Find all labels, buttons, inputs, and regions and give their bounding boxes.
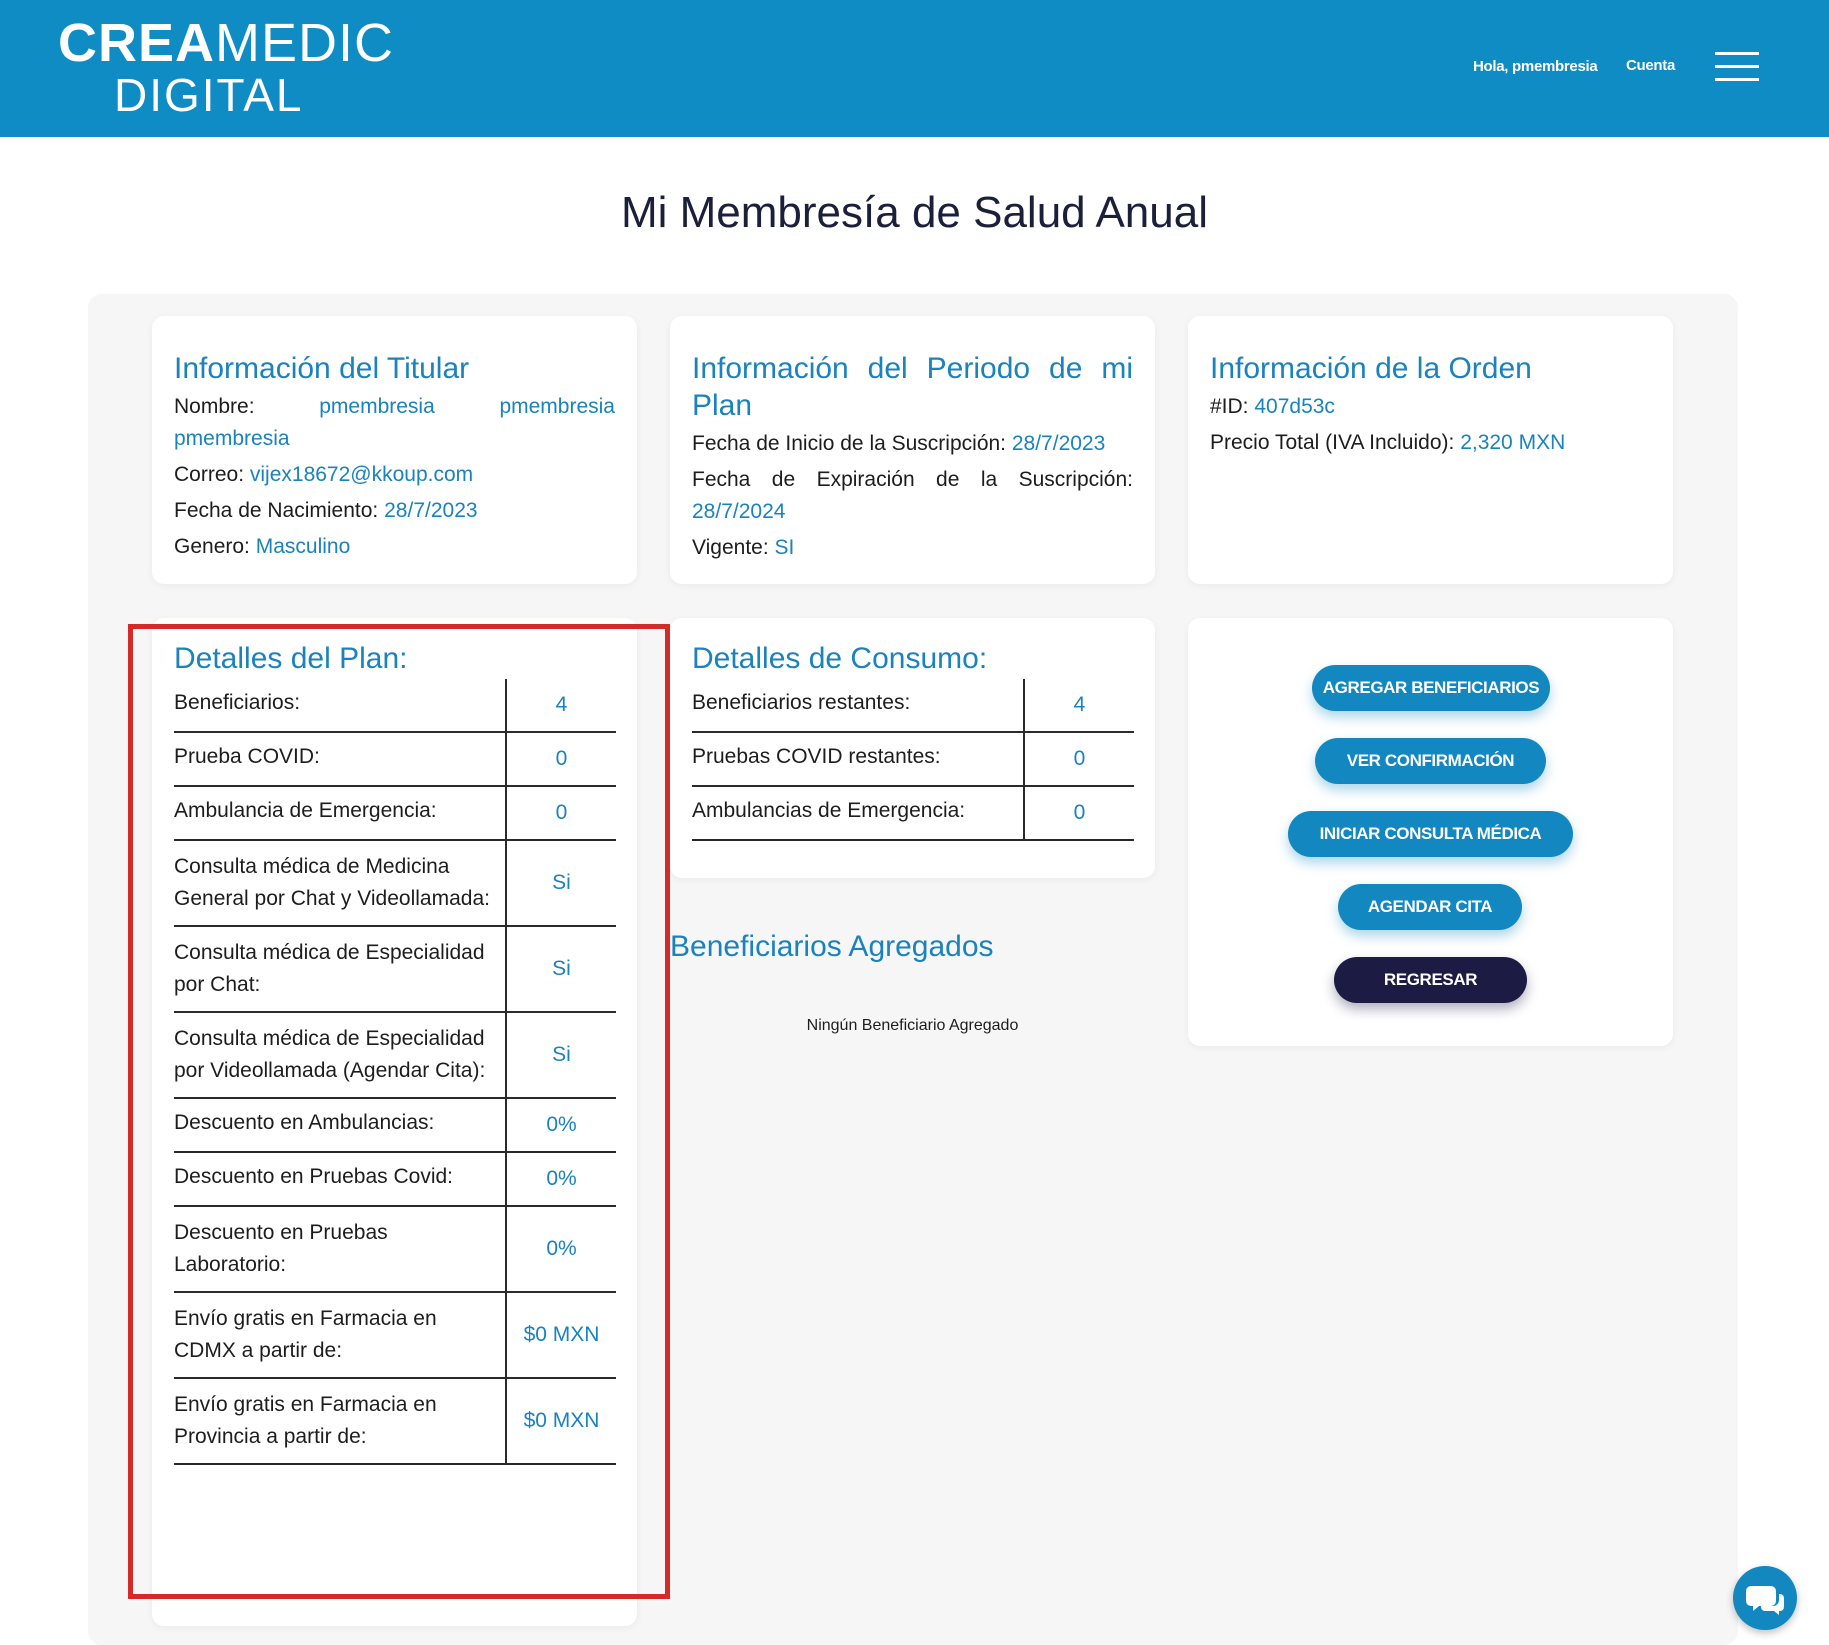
beneficiaries-title: Beneficiarios Agregados xyxy=(670,930,994,963)
plan-detail-row-value: $0 MXN xyxy=(505,1292,616,1379)
holder-gender-label: Genero: xyxy=(174,535,250,558)
period-start-line: Fecha de Inicio de la Suscripción: 28/7/… xyxy=(692,428,1133,460)
schedule-appointment-button[interactable]: AGENDAR CITA xyxy=(1338,884,1522,930)
user-greeting: Hola, pmembresia xyxy=(1473,58,1598,75)
order-price-value: 2,320 MXN xyxy=(1460,431,1566,454)
plan-detail-row-label: Consulta médica de Medicina General por … xyxy=(174,840,506,927)
logo-text-digital: DIGITAL xyxy=(114,69,304,121)
holder-email-value: vijex18672@kkoup.com xyxy=(249,463,474,486)
plan-detail-row: Prueba COVID: 0 xyxy=(174,732,616,787)
period-start-value: 28/7/2023 xyxy=(1011,432,1106,455)
plan-detail-row-label: Envío gratis en Farmacia en Provincia a … xyxy=(174,1378,506,1465)
plan-details-card: Detalles del Plan: Beneficiarios: 4 Prueba… xyxy=(152,618,637,1626)
plan-detail-row-value: Si xyxy=(505,840,616,927)
plan-detail-row: Envío gratis en Farmacia en CDMX a parti… xyxy=(174,1292,616,1379)
holder-name-label: Nombre: xyxy=(174,395,255,418)
page-title: Mi Membresía de Salud Anual xyxy=(621,188,1208,237)
beneficiaries-empty-text: Ningún Beneficiario Agregado xyxy=(806,1017,1019,1034)
period-active-line: Vigente: SI xyxy=(692,532,1133,564)
holder-email-line: Correo: vijex18672@kkoup.com xyxy=(174,459,615,491)
consumption-row-label: Pruebas COVID restantes: xyxy=(692,732,1024,787)
plan-detail-row-label: Beneficiarios: xyxy=(174,679,506,733)
consumption-row: Pruebas COVID restantes: 0 xyxy=(692,732,1134,787)
plan-detail-row: Descuento en Pruebas Laboratorio: 0% xyxy=(174,1206,616,1293)
consumption-card: Detalles de Consumo: Beneficiarios resta… xyxy=(670,618,1155,878)
plan-detail-row-label: Descuento en Ambulancias: xyxy=(174,1098,506,1153)
holder-email-label: Correo: xyxy=(174,463,245,486)
period-expiry-label: Fecha de Expiración de la Suscripción: xyxy=(692,468,1133,491)
plan-detail-row: Descuento en Pruebas Covid: 0% xyxy=(174,1152,616,1207)
consumption-row-value: 4 xyxy=(1023,679,1134,733)
consumption-row: Beneficiarios restantes: 4 xyxy=(692,679,1134,733)
consumption-row-value: 0 xyxy=(1023,732,1134,787)
order-info-card: Información de la Orden #ID: 407d53c Pre… xyxy=(1188,316,1673,584)
plan-detail-row-value: 0 xyxy=(505,732,616,787)
holder-birth-label: Fecha de Nacimiento: xyxy=(174,499,379,522)
order-price-line: Precio Total (IVA Incluido): 2,320 MXN xyxy=(1210,427,1651,459)
consumption-row-label: Beneficiarios restantes: xyxy=(692,679,1024,733)
plan-detail-row-label: Descuento en Pruebas Laboratorio: xyxy=(174,1206,506,1293)
period-active-label: Vigente: xyxy=(692,536,769,559)
holder-birth-line: Fecha de Nacimiento: 28/7/2023 xyxy=(174,495,615,527)
order-info-title: Información de la Orden xyxy=(1210,352,1532,385)
holder-gender-line: Genero: Masculino xyxy=(174,531,615,563)
plan-detail-row: Envío gratis en Farmacia en Provincia a … xyxy=(174,1378,616,1465)
plan-detail-row: Beneficiarios: 4 xyxy=(174,679,616,733)
consumption-row-label: Ambulancias de Emergencia: xyxy=(692,786,1024,841)
plan-detail-row-label: Ambulancia de Emergencia: xyxy=(174,786,506,841)
holder-birth-value: 28/7/2023 xyxy=(384,499,478,522)
consumption-table: Beneficiarios restantes: 4 Pruebas COVID r… xyxy=(692,679,1134,841)
plan-detail-row-label: Consulta médica de Especialidad por Chat… xyxy=(174,926,506,1013)
plan-detail-row: Descuento en Ambulancias: 0% xyxy=(174,1098,616,1153)
start-consultation-button[interactable]: INICIAR CONSULTA MÉDICA xyxy=(1288,811,1573,857)
plan-detail-row-value: 0 xyxy=(505,786,616,841)
order-price-label: Precio Total (IVA Incluido): xyxy=(1210,431,1455,454)
logo-text-light: MEDIC xyxy=(215,13,395,73)
chat-button[interactable] xyxy=(1733,1566,1797,1630)
period-info-card: Información del Periodo de mi Plan Fecha… xyxy=(670,316,1155,584)
chat-bubbles-icon xyxy=(1746,1586,1784,1615)
plan-detail-row-label: Envío gratis en Farmacia en CDMX a parti… xyxy=(174,1292,506,1379)
order-id-line: #ID: 407d53c xyxy=(1210,391,1651,423)
logo-text-bold: CREA xyxy=(58,13,216,73)
plan-detail-row-value: Si xyxy=(505,926,616,1013)
add-beneficiaries-button[interactable]: AGREGAR BENEFICIARIOS xyxy=(1312,665,1550,711)
consumption-row-value: 0 xyxy=(1023,786,1134,841)
period-start-label: Fecha de Inicio de la Suscripción: xyxy=(692,432,1007,455)
hamburger-menu-icon[interactable] xyxy=(1715,52,1759,82)
holder-name-line: Nombre: pmembresia pmembresia pmembresia xyxy=(174,391,615,455)
plan-detail-row-value: Si xyxy=(505,1012,616,1099)
account-link[interactable]: Cuenta xyxy=(1626,57,1675,74)
plan-detail-row-value: 0% xyxy=(505,1206,616,1293)
holder-info-title: Información del Titular xyxy=(174,352,470,385)
back-button[interactable]: REGRESAR xyxy=(1334,957,1527,1003)
plan-detail-row-value: 4 xyxy=(505,679,616,733)
plan-detail-row: Consulta médica de Especialidad por Chat… xyxy=(174,926,616,1013)
consumption-row: Ambulancias de Emergencia: 0 xyxy=(692,786,1134,841)
period-expiry-value: 28/7/2024 xyxy=(692,500,786,523)
plan-detail-row-label: Descuento en Pruebas Covid: xyxy=(174,1152,506,1207)
plan-detail-row: Ambulancia de Emergencia: 0 xyxy=(174,786,616,841)
plan-detail-row-value: $0 MXN xyxy=(505,1378,616,1465)
period-expiry-line: Fecha de Expiración de la Suscripción: 2… xyxy=(692,464,1133,528)
top-header: CREAMEDIC DIGITAL Hola, pmembresia Cuent… xyxy=(0,0,1829,137)
holder-info-card: Información del Titular Nombre: pmembres… xyxy=(152,316,637,584)
creamedic-logo[interactable]: CREAMEDIC DIGITAL xyxy=(58,16,394,118)
order-id-label: #ID: xyxy=(1210,395,1249,418)
holder-gender-value: Masculino xyxy=(255,535,351,558)
plan-details-title: Detalles del Plan: xyxy=(174,642,408,675)
plan-detail-row-label: Prueba COVID: xyxy=(174,732,506,787)
plan-detail-row: Consulta médica de Medicina General por … xyxy=(174,840,616,927)
plan-detail-row-value: 0% xyxy=(505,1098,616,1153)
plan-details-table: Beneficiarios: 4 Prueba COVID: 0 Ambulancia … xyxy=(174,679,616,1465)
plan-detail-row-value: 0% xyxy=(505,1152,616,1207)
plan-detail-row: Consulta médica de Especialidad por Vide… xyxy=(174,1012,616,1099)
plan-detail-row-label: Consulta médica de Especialidad por Vide… xyxy=(174,1012,506,1099)
consumption-title: Detalles de Consumo: xyxy=(692,642,988,675)
period-info-title: Información del Periodo de mi Plan xyxy=(692,352,1133,422)
view-confirmation-button[interactable]: VER CONFIRMACIÓN xyxy=(1315,738,1546,784)
order-id-value: 407d53c xyxy=(1254,395,1335,418)
period-active-value: SI xyxy=(774,536,795,559)
